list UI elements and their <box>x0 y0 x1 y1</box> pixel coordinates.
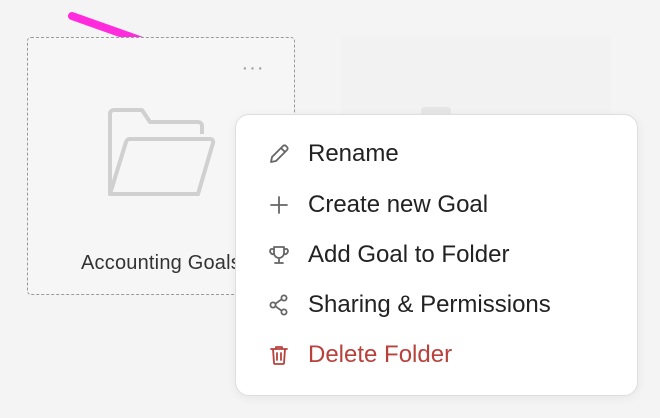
pencil-icon <box>266 141 292 167</box>
menu-item-label: Create new Goal <box>308 191 489 218</box>
more-options-button[interactable]: ··· <box>238 58 268 78</box>
plus-icon <box>266 192 292 218</box>
menu-item-rename[interactable]: Rename <box>266 136 399 172</box>
menu-item-label: Delete Folder <box>308 341 453 368</box>
menu-item-label: Sharing & Permissions <box>308 291 551 318</box>
menu-item-label: Rename <box>308 140 399 167</box>
menu-item-label: Add Goal to Folder <box>308 241 510 268</box>
folder-icon <box>108 108 216 196</box>
trash-icon <box>266 342 292 368</box>
folder-context-menu: Rename Create new Goal Add Goal to Folde… <box>235 114 638 396</box>
trophy-icon <box>266 242 292 268</box>
menu-item-create-goal[interactable]: Create new Goal <box>266 187 488 223</box>
menu-item-sharing-permissions[interactable]: Sharing & Permissions <box>266 287 551 323</box>
share-icon <box>266 292 292 318</box>
menu-item-add-goal-to-folder[interactable]: Add Goal to Folder <box>266 237 509 273</box>
menu-item-delete-folder[interactable]: Delete Folder <box>266 337 452 373</box>
